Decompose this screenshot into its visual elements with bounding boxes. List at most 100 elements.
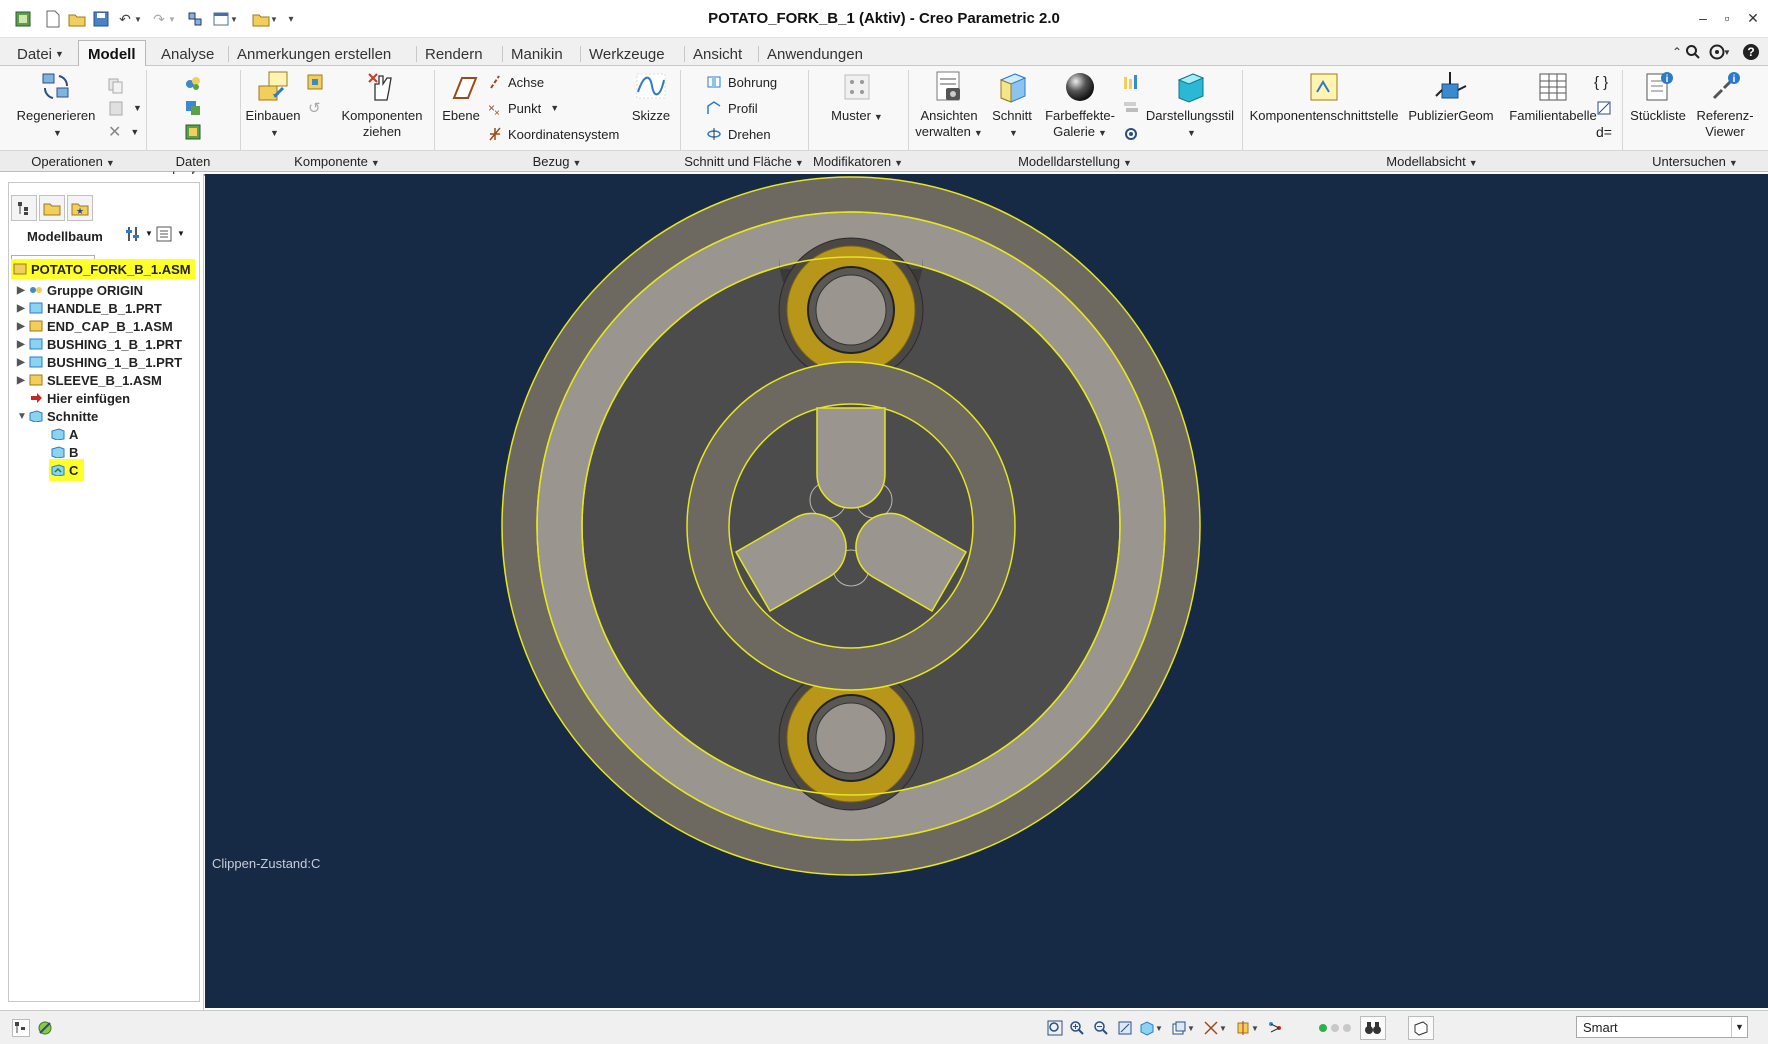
tree-item-gruppe-origin[interactable]: ▶ Gruppe ORIGIN	[17, 281, 143, 299]
drehen-button[interactable]: Drehen	[706, 124, 771, 144]
display-style-small-icon[interactable]	[1122, 72, 1140, 92]
help-icon[interactable]: ?	[1738, 42, 1764, 62]
zoom-in-icon[interactable]	[1068, 1019, 1086, 1037]
minimize-icon[interactable]: –	[1690, 8, 1716, 28]
expand-icon[interactable]: ▶	[17, 357, 29, 368]
chevron-down-icon[interactable]: ▼	[145, 229, 153, 238]
find-icon[interactable]	[1360, 1016, 1386, 1040]
expand-icon[interactable]: ▶	[17, 375, 29, 386]
community-dropdown-icon[interactable]: ▼	[1720, 42, 1734, 62]
tree-item-section-c[interactable]: C	[49, 459, 85, 481]
chevron-down-icon[interactable]: ▼	[1218, 1019, 1228, 1037]
komponenten-ziehen-button[interactable]: Komponenten ziehen	[334, 70, 430, 140]
koordinatensystem-button[interactable]: Koordinatensystem	[488, 124, 619, 144]
group-modifikatoren[interactable]: Modifikatoren ▼	[808, 154, 908, 169]
bohrung-button[interactable]: Bohrung	[706, 72, 777, 92]
paste-icon[interactable]: ▼	[108, 98, 142, 118]
repeat-icon[interactable]: ↺	[308, 98, 321, 118]
tree-item-bushing-1[interactable]: ▶ BUSHING_1_B_1.PRT	[17, 335, 182, 353]
referenz-viewer-button[interactable]: i Referenz- Viewer	[1692, 70, 1758, 140]
merge-icon[interactable]	[184, 98, 202, 118]
settings-icon[interactable]	[123, 223, 145, 245]
selection-filter-dropdown[interactable]: Smart ▼	[1576, 1016, 1748, 1038]
einbauen-button[interactable]: Einbauen ▼	[244, 70, 302, 141]
delete-icon[interactable]: ✕ ▼	[108, 122, 139, 142]
group-bezug[interactable]: Bezug ▼	[434, 154, 680, 169]
toggle-browser-icon[interactable]	[36, 1019, 54, 1037]
collapse-icon[interactable]: ▼	[17, 411, 29, 422]
komponentenschnittstelle-button[interactable]: Komponentenschnittstelle	[1248, 70, 1400, 124]
zoom-out-icon[interactable]	[1092, 1019, 1110, 1037]
expand-icon[interactable]: ▶	[17, 339, 29, 350]
shrinkwrap-icon[interactable]	[184, 122, 202, 142]
regenerieren-button[interactable]: Regenerieren ▼	[14, 70, 98, 141]
group-operationen[interactable]: Operationen ▼	[0, 154, 146, 169]
expand-icon[interactable]: ▶	[17, 285, 29, 296]
tab-datei[interactable]: Datei ▼	[8, 43, 73, 65]
layers-icon[interactable]	[1122, 98, 1140, 118]
tab-favorites[interactable]: ★	[67, 195, 93, 221]
tree-item-bushing-2[interactable]: ▶ BUSHING_1_B_1.PRT	[17, 353, 182, 371]
tree-item-root[interactable]: POTATO_FORK_B_1.ASM	[11, 259, 195, 279]
chevron-down-icon[interactable]: ▼	[1250, 1019, 1260, 1037]
tab-werkzeuge[interactable]: Werkzeuge	[580, 43, 674, 65]
chevron-down-icon[interactable]: ▼	[1186, 1019, 1196, 1037]
group-modellabsicht[interactable]: Modellabsicht ▼	[1242, 154, 1622, 169]
graphics-viewport[interactable]: Clippen-Zustand:C	[205, 174, 1768, 1008]
muster-button[interactable]: Muster ▼	[826, 70, 888, 125]
tab-folder-browser[interactable]	[39, 195, 65, 221]
chevron-down-icon[interactable]: ▼	[1154, 1019, 1164, 1037]
chevron-down-icon[interactable]: ▼	[177, 229, 185, 238]
maximize-icon[interactable]: ▫	[1714, 8, 1740, 28]
group-komponente-label: Komponente	[294, 154, 368, 169]
annotation-display-icon[interactable]	[1266, 1019, 1284, 1037]
skizze-button[interactable]: Skizze	[626, 70, 676, 124]
expand-icon[interactable]: ▶	[17, 321, 29, 332]
tab-modell[interactable]: Modell	[78, 40, 146, 67]
tree-item-section-a[interactable]: A	[51, 425, 78, 443]
group-modelldarstellung[interactable]: Modelldarstellung ▼	[908, 154, 1242, 169]
darstellungsstil-button[interactable]	[1122, 124, 1140, 144]
group-komponente[interactable]: Komponente ▼	[240, 154, 434, 169]
publiziergeom-button[interactable]: PublizierGeom	[1404, 70, 1498, 124]
tab-analyse[interactable]: Analyse	[152, 43, 223, 65]
close-icon[interactable]: ✕	[1740, 8, 1766, 28]
geometry-select-icon[interactable]	[1408, 1016, 1434, 1040]
group-schnitt-flaeche[interactable]: Schnitt und Fläche ▼	[680, 154, 808, 169]
darstellungsstil-block[interactable]: Darstellungsstil ▼	[1142, 70, 1238, 141]
ansichten-verwalten-button[interactable]: Ansichten verwalten ▼	[914, 70, 984, 141]
tree-item-label: SLEEVE_B_1.ASM	[47, 372, 162, 388]
copy-geom-icon[interactable]	[184, 74, 202, 94]
group-untersuchen[interactable]: Untersuchen ▼	[1622, 154, 1768, 169]
relations-icon[interactable]: { }	[1594, 72, 1608, 92]
tab-anmerkungen[interactable]: Anmerkungen erstellen	[228, 43, 400, 65]
toggle-navigator-icon[interactable]	[12, 1019, 30, 1037]
tab-ansicht[interactable]: Ansicht	[684, 43, 751, 65]
expand-icon[interactable]: ▶	[17, 303, 29, 314]
parameters-icon[interactable]	[1596, 98, 1612, 118]
tab-anwendungen[interactable]: Anwendungen	[758, 43, 872, 65]
familientabelle-button[interactable]: Familientabelle	[1500, 70, 1606, 124]
show-icon[interactable]	[153, 223, 175, 245]
tree-item-schnitte[interactable]: ▼ Schnitte	[17, 407, 98, 425]
tab-manikin[interactable]: Manikin	[502, 43, 572, 65]
refit-icon[interactable]	[1046, 1019, 1064, 1037]
achse-button[interactable]: Achse	[488, 72, 544, 92]
profil-button[interactable]: Profil	[706, 98, 758, 118]
tree-item-handle[interactable]: ▶ HANDLE_B_1.PRT	[17, 299, 162, 317]
punkt-button[interactable]: × × Punkt ▼	[488, 98, 559, 118]
tree-item-end-cap[interactable]: ▶ END_CAP_B_1.ASM	[17, 317, 173, 335]
create-component-icon[interactable]	[306, 72, 324, 92]
ebene-button[interactable]: Ebene	[438, 70, 484, 124]
repaint-icon[interactable]	[1116, 1019, 1134, 1037]
tree-item-hier-einfuegen[interactable]: Hier einfügen	[17, 389, 130, 407]
farbeffekte-galerie-button[interactable]: Farbeffekte- Galerie ▼	[1040, 70, 1120, 141]
search-icon[interactable]	[1680, 42, 1706, 62]
tab-rendern[interactable]: Rendern	[416, 43, 492, 65]
stueckliste-button[interactable]: i Stückliste	[1626, 70, 1690, 124]
d-equals-icon[interactable]: d=	[1596, 122, 1612, 142]
copy-icon[interactable]	[108, 76, 124, 96]
tree-item-sleeve[interactable]: ▶ SLEEVE_B_1.ASM	[17, 371, 162, 389]
schnitt-button[interactable]: Schnitt ▼	[988, 70, 1036, 141]
tab-model-tree[interactable]	[11, 195, 37, 221]
